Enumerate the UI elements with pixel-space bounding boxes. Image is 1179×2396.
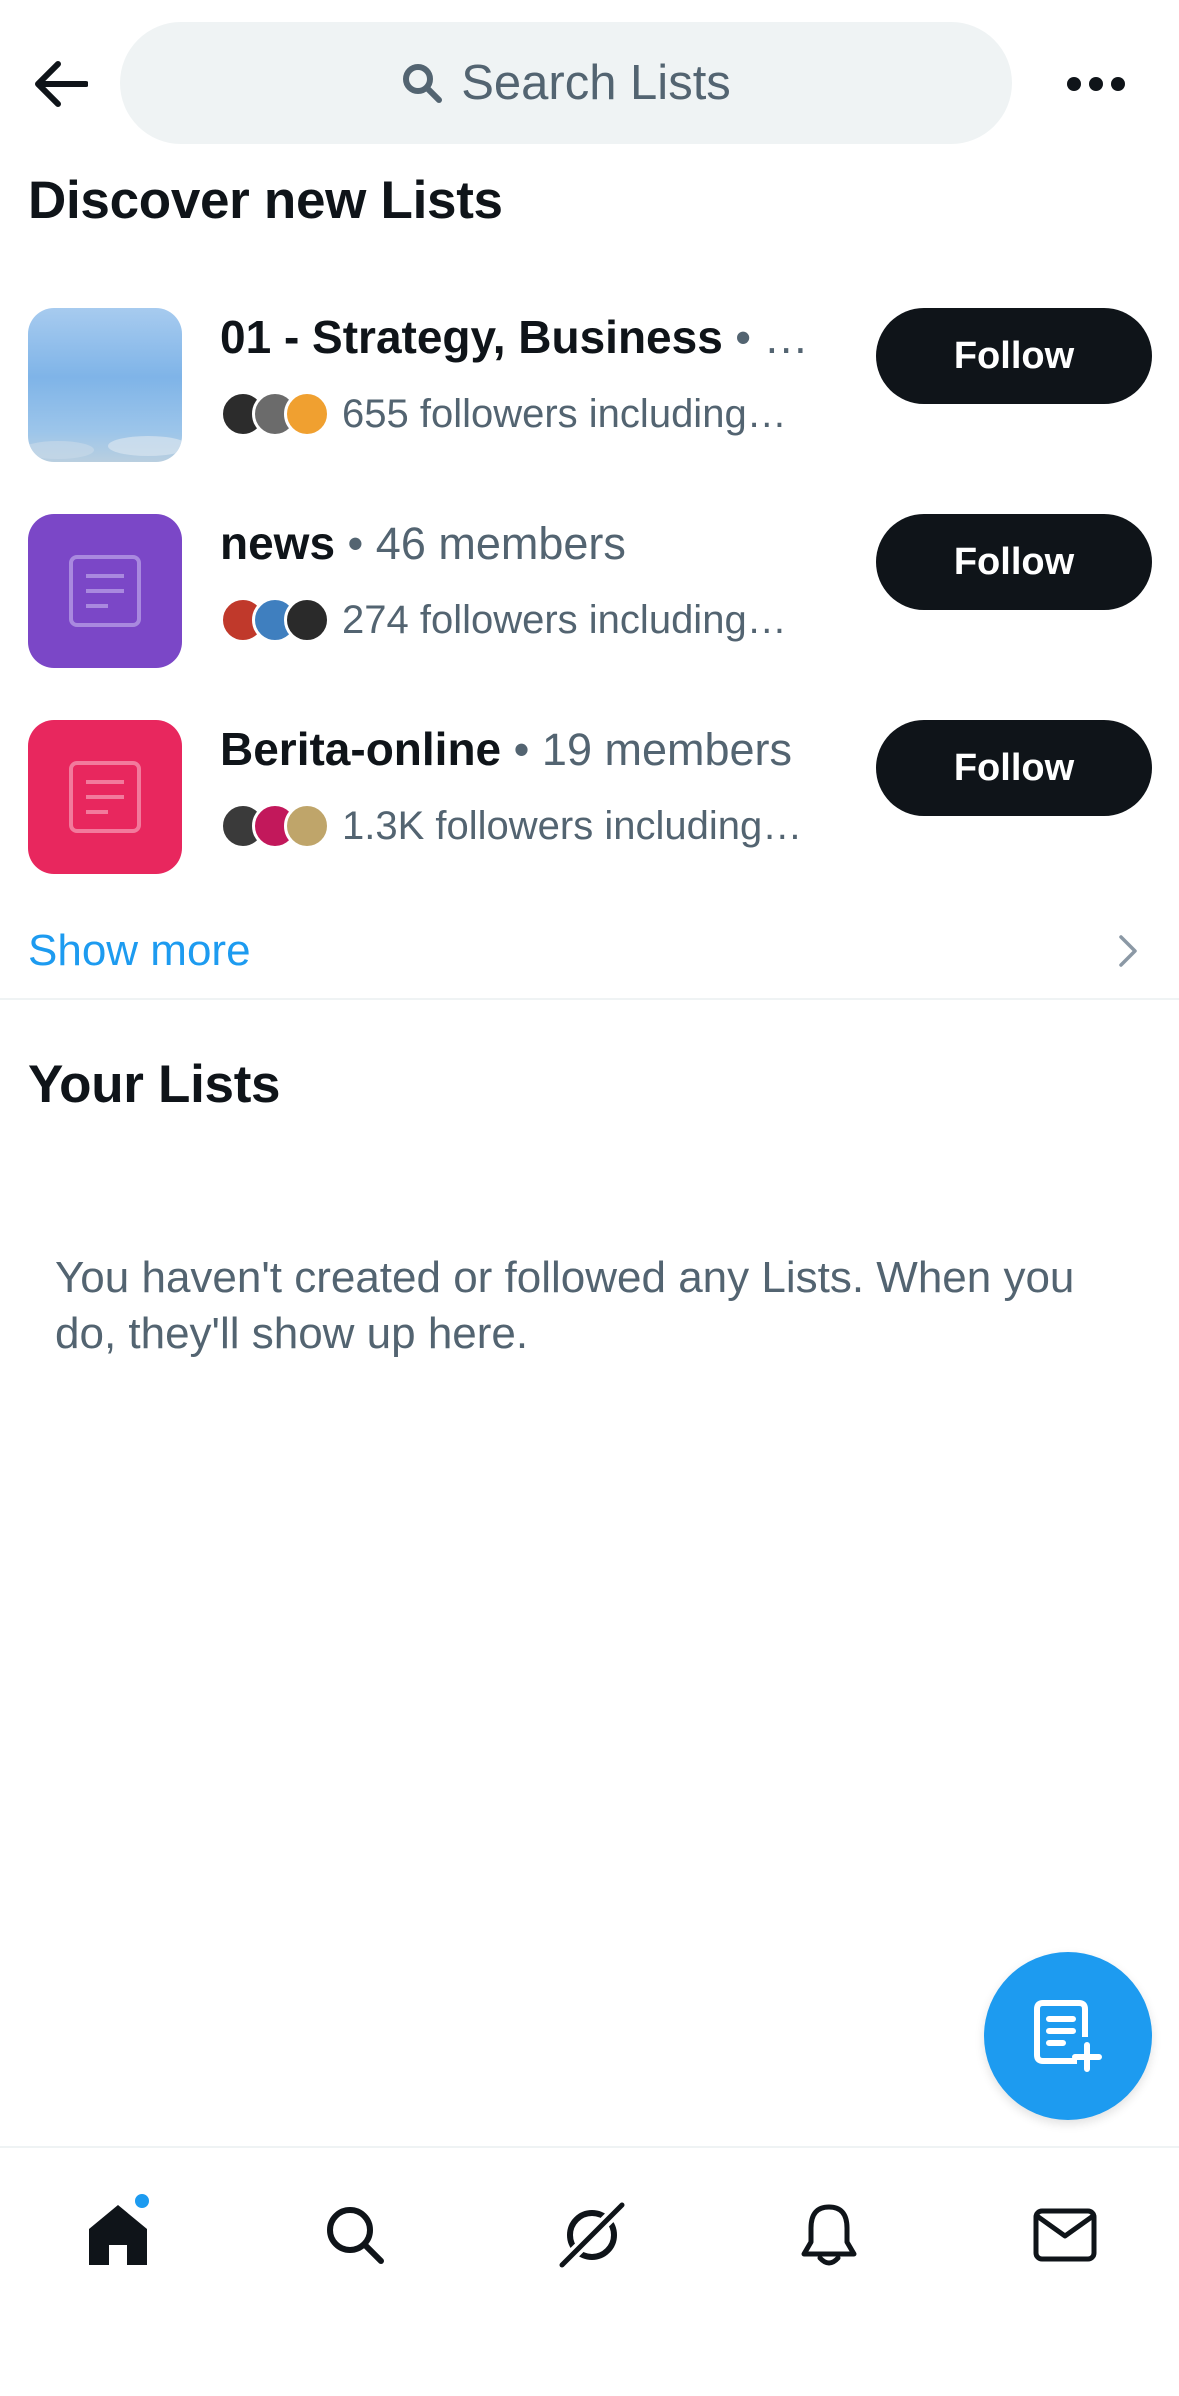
grok-icon bbox=[556, 2199, 628, 2271]
top-bar: Search Lists bbox=[0, 0, 1179, 160]
list-meta: • 46 members bbox=[335, 518, 626, 569]
list-item[interactable]: news • 46 members 274 followers includin… bbox=[0, 514, 1179, 704]
follower-avatars bbox=[220, 803, 330, 849]
list-meta: • 19 members bbox=[501, 724, 793, 775]
list-thumbnail bbox=[28, 514, 182, 668]
nav-notifications[interactable] bbox=[784, 2190, 874, 2280]
followers-count: 1.3K followers including… bbox=[342, 803, 803, 848]
sky-image bbox=[28, 436, 182, 459]
home-icon bbox=[89, 2205, 147, 2265]
chevron-right-icon bbox=[1119, 935, 1137, 967]
list-thumbnail bbox=[28, 720, 182, 874]
messages-icon bbox=[1033, 2208, 1097, 2262]
notification-dot bbox=[133, 2192, 151, 2210]
follower-avatars bbox=[220, 597, 330, 643]
empty-state-message: You haven't created or followed any List… bbox=[55, 1253, 1075, 1358]
list-name: news bbox=[220, 517, 336, 569]
list-meta: • 78… bbox=[735, 312, 810, 363]
followers-count: 655 followers including… bbox=[342, 391, 787, 436]
list-name: 01 - Strategy, Business bbox=[220, 311, 723, 363]
avatar bbox=[284, 597, 330, 643]
notifications-icon bbox=[801, 2204, 857, 2266]
your-lists-title: Your Lists bbox=[28, 1055, 281, 1114]
nav-home[interactable] bbox=[73, 2190, 163, 2280]
list-document-icon bbox=[69, 761, 141, 833]
search-icon bbox=[327, 2207, 384, 2264]
bottom-navigation bbox=[0, 2146, 1179, 2396]
list-name: Berita-online bbox=[220, 723, 502, 775]
more-options-button[interactable] bbox=[1060, 52, 1132, 116]
search-placeholder: Search Lists bbox=[461, 56, 731, 110]
show-more-link[interactable]: Show more bbox=[0, 900, 1179, 1000]
lists-page: Search Lists Discover new Lists 01 - Str… bbox=[0, 0, 1179, 2396]
follow-button[interactable]: Follow bbox=[876, 514, 1152, 610]
show-more-label: Show more bbox=[28, 926, 251, 975]
list-item[interactable]: Berita-online • 19 members 1.3K follower… bbox=[0, 720, 1179, 910]
followers-count: 274 followers including… bbox=[342, 597, 787, 642]
search-input[interactable]: Search Lists bbox=[120, 22, 1012, 144]
follow-button[interactable]: Follow bbox=[876, 308, 1152, 404]
nav-grok[interactable] bbox=[547, 2190, 637, 2280]
more-dots-icon bbox=[1067, 77, 1125, 91]
back-button[interactable] bbox=[28, 52, 92, 116]
follower-avatars bbox=[220, 391, 330, 437]
search-icon bbox=[403, 64, 443, 103]
list-thumbnail bbox=[28, 308, 182, 462]
nav-messages[interactable] bbox=[1020, 2190, 1110, 2280]
list-document-icon bbox=[69, 555, 141, 627]
avatar bbox=[284, 391, 330, 437]
list-item[interactable]: 01 - Strategy, Business • 78… 655 follow… bbox=[0, 308, 1179, 498]
create-list-button[interactable] bbox=[984, 1952, 1152, 2120]
arrow-left-icon bbox=[35, 61, 88, 107]
follow-button[interactable]: Follow bbox=[876, 720, 1152, 816]
discover-title: Discover new Lists bbox=[28, 171, 503, 230]
new-list-icon bbox=[1034, 2000, 1102, 2072]
avatar bbox=[284, 803, 330, 849]
nav-search[interactable] bbox=[310, 2190, 400, 2280]
